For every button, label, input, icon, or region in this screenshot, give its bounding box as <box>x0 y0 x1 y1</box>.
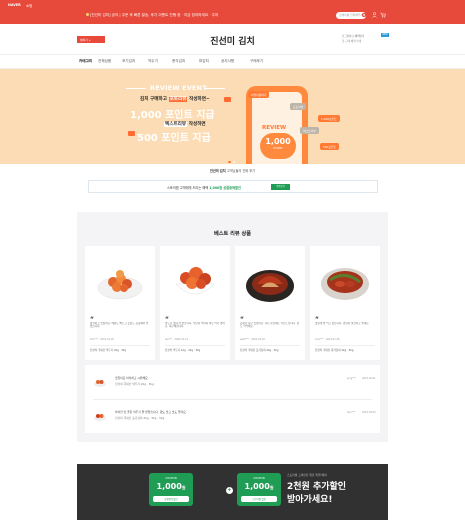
banner-tag: 포토리뷰 <box>290 103 307 110</box>
product-name[interactable]: 진선미 국내산 깍두기 2kg · 3kg <box>90 348 150 352</box>
category-nav: 카테고리 전체상품 포기김치 깍두기 총각김치 파김치 공지사항 구매후기 <box>0 54 465 69</box>
nav-item-chonggak[interactable]: 총각김치 <box>172 59 185 64</box>
coupon-strip: 스토어찜 고객에게 드리는 혜택 1,000원 상품중복할인 쿠폰받기 <box>88 180 378 193</box>
top-bar: NAVER 쇼핑 [진선미 김치] 공지 | 주문 후 빠른 발송, 후기 이벤… <box>0 0 465 24</box>
notice-icon <box>86 13 89 16</box>
notice-text[interactable]: [진선미 김치] 공지 | 주문 후 빠른 발송, 후기 이벤트 진행 중 · … <box>90 13 218 18</box>
product-image-kkakdugi-bowl <box>175 267 215 295</box>
nav-item-notice[interactable]: 공지사항 <box>221 59 234 64</box>
review-text: 맛있어요 아삭하고 시원해요 <box>115 376 148 380</box>
login-link[interactable]: 로그인하고 혜택받기 <box>342 34 364 38</box>
store-logo[interactable]: 진선미 김치 <box>0 34 465 47</box>
product-image-kkakdugi <box>97 270 143 300</box>
shopping-link[interactable]: 쇼핑 <box>26 3 32 8</box>
review-date: 2021.02.01 <box>362 377 376 380</box>
point-badge: 1,000 POINT <box>260 133 296 159</box>
nav-item-kkakdugi[interactable]: 깍두기 <box>148 59 158 64</box>
review-text: 깍두기 맛이 딱 좋습니다. 적당히 익어서 바로 먹기 좋아요. 재구매합니다… <box>165 322 225 329</box>
review-card[interactable]: “ 김치가 너무 맛있어요. 다른 분들께도 추천드립니다. 양도 넉넉해요. … <box>235 246 305 360</box>
coupon-banner: COUPON 1,000원 상품중복할인 + COUPON 1,000원 스토어… <box>77 464 388 520</box>
brand-logo[interactable]: NAVER <box>8 3 21 7</box>
review-card[interactable]: “ 아삭하고 맛있어요. 배송도 빠르고 포장도 꼼꼼해서 좋았습니다. kim… <box>85 246 155 360</box>
plus-icon: + <box>226 487 233 494</box>
banner-headline: 2천원 추가할인 <box>287 482 347 492</box>
divider <box>165 345 225 346</box>
review-thumbnail <box>94 414 106 421</box>
review-meta: kim*** · 2021.01.05 <box>90 338 114 341</box>
nav-item-pa[interactable]: 파김치 <box>199 59 209 64</box>
product-image-chonggak-kimchi <box>321 268 369 300</box>
carousel-dot[interactable] <box>228 160 231 163</box>
coupon-card[interactable]: COUPON 1,000원 상품중복할인 <box>149 473 193 506</box>
banner-subtitle: 스토어찜 고객만을 위한 특별 혜택 <box>287 473 327 477</box>
review-meta: choi*** · 2021.01.28 <box>315 338 340 341</box>
nav-item-reviews[interactable]: 구매후기 <box>250 59 263 64</box>
phone-review-label: REVIEW <box>262 125 287 131</box>
chat-bubble-icon <box>128 131 135 136</box>
nav-item-category[interactable]: 카테고리 <box>79 59 92 64</box>
divider <box>126 88 146 89</box>
banner-caption: 진선미 김치 고객님들의 진짜 후기 <box>209 169 256 173</box>
carousel-dots <box>228 159 237 164</box>
chat-bubble-icon <box>224 97 231 102</box>
review-text: 아삭한 맛 좋은 깍두기 잘 받았습니다. 양도 많고 맛도 좋아요. <box>115 410 187 414</box>
banner-line-3: 텍스트리뷰 작성하면 <box>164 122 206 127</box>
new-badge: NEW <box>381 33 389 37</box>
product-name[interactable]: 진선미 깍두기 1kg · 2kg · 3kg <box>165 348 225 352</box>
list-item[interactable]: 맛있어요 아삭하고 시원해요 진선미 국내산 깍두기 2kg · 3kg jun… <box>85 365 380 399</box>
coupon-card[interactable]: COUPON 1,000원 스토어찜 할인 <box>237 473 281 506</box>
get-coupon-button[interactable]: 쿠폰받기 <box>271 184 290 190</box>
product-name: 진선미 국내산 깍두기 2kg · 3kg <box>115 382 154 386</box>
review-text: 김치가 너무 맛있어요. 다른 분들께도 추천드립니다. 양도 넉넉해요. <box>240 322 300 329</box>
search-icon[interactable] <box>362 13 366 17</box>
divider <box>240 345 300 346</box>
carousel-dot[interactable] <box>232 160 235 163</box>
review-text: 아삭하고 맛있어요. 배송도 빠르고 포장도 꼼꼼해서 좋았습니다. <box>90 322 149 329</box>
banner-text-points: 500 포인트 지급 <box>137 133 211 144</box>
promo-link[interactable]: 첫 구매 혜택 안내 <box>342 39 361 43</box>
review-meta: lee*** · 2021.01.12 <box>165 338 189 341</box>
banner-line-1: 김치 구매하고 포토리뷰 작성하면~ <box>140 97 210 102</box>
banner-headline-2: 받아가세요! <box>287 495 333 505</box>
review-user: jung*** <box>347 377 356 380</box>
banner-tag: 1,000포인트 <box>318 115 340 122</box>
banner-photo-points: 1,000 포인트 지급 <box>130 110 215 121</box>
store-header: 찜하기 + 진선미 김치 로그인하고 혜택받기 NEW 첫 구매 혜택 안내 <box>0 24 465 54</box>
product-image-pogi-kimchi <box>246 270 294 302</box>
event-title: REVIEW EVENT <box>150 84 207 92</box>
divider <box>315 345 375 346</box>
user-icon[interactable] <box>372 12 377 18</box>
review-date: 2021.02.03 <box>362 411 376 414</box>
review-event-banner[interactable]: REVIEW EVENT 김치 구매하고 포토리뷰 작성하면~ 1,000 포인… <box>0 69 465 164</box>
banner-tag: 리뷰작성하기 <box>248 91 270 98</box>
product-name[interactable]: 진선미 국내산 포기김치 2kg · 3kg <box>240 348 300 352</box>
review-card[interactable]: “ 깍두기 맛이 딱 좋습니다. 적당히 익어서 바로 먹기 좋아요. 재구매합… <box>160 246 230 360</box>
cart-icon[interactable] <box>380 12 386 18</box>
product-name[interactable]: 진선미 국내산 총각김치 2kg · 3kg <box>315 348 375 352</box>
review-thumbnail <box>94 380 106 387</box>
review-list: 맛있어요 아삭하고 시원해요 진선미 국내산 깍두기 2kg · 3kg jun… <box>85 365 380 433</box>
section-title: 베스트 리뷰 상품 <box>213 231 252 237</box>
review-card[interactable]: “ 맛있게 잘 먹고 있습니다. 양념이 깔끔하고 좋네요. choi*** ·… <box>310 246 380 360</box>
divider <box>205 88 225 89</box>
review-text: 맛있게 잘 먹고 있습니다. 양념이 깔끔하고 좋네요. <box>315 322 370 325</box>
review-meta: park*** · 2021.01.20 <box>240 338 265 341</box>
banner-tag: 500포인트 <box>320 143 340 150</box>
list-item[interactable]: 아삭한 맛 좋은 깍두기 잘 받았습니다. 양도 많고 맛도 좋아요. 진선미 … <box>85 399 380 433</box>
nav-item-pogi[interactable]: 포기김치 <box>122 59 135 64</box>
review-user: han*** <box>347 411 356 414</box>
banner-tag: 텍스트리뷰 <box>300 127 319 134</box>
coupon-strip-text: 스토어찜 고객에게 드리는 혜택 1,000원 상품중복할인 <box>167 186 241 190</box>
nav-item-all[interactable]: 전체상품 <box>98 59 111 64</box>
product-name: 진선미 국내산 포기김치 2kg · 3kg · 5kg <box>115 416 165 420</box>
divider <box>90 345 150 346</box>
